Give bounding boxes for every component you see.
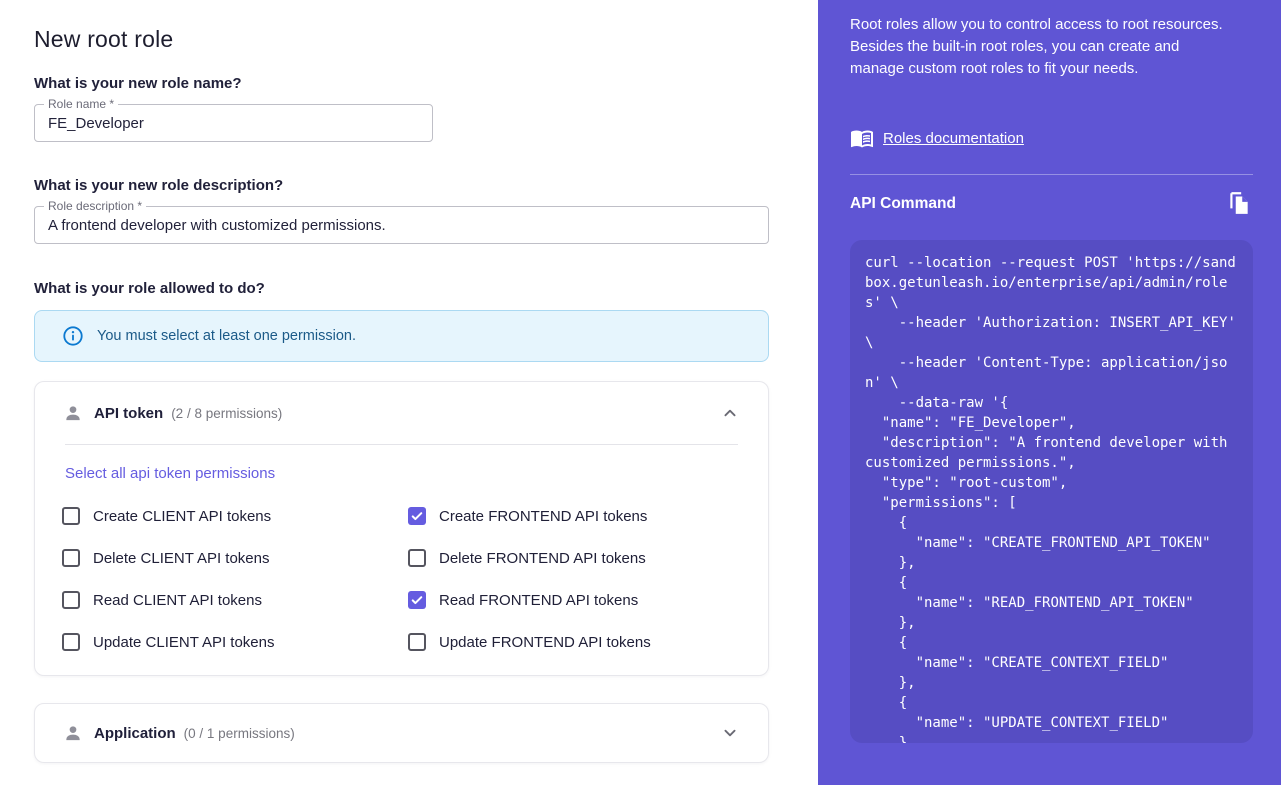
permission-label[interactable]: Delete FRONTEND API tokens [439,550,646,567]
permission-row[interactable]: Update CLIENT API tokens [62,633,408,651]
permission-label[interactable]: Delete CLIENT API tokens [93,550,269,567]
alert-text: You must select at least one permission. [97,328,356,344]
checkbox-unchecked[interactable] [62,633,80,651]
person-icon [63,723,83,743]
curl-command: curl --location --request POST 'https://… [865,253,1238,743]
permission-label[interactable]: Create FRONTEND API tokens [439,508,647,525]
checkbox-unchecked[interactable] [408,549,426,567]
role-description-field: Role description * [34,206,769,244]
accordion-permission-count: (0 / 1 permissions) [184,726,295,741]
permission-row[interactable]: Delete CLIENT API tokens [62,549,408,567]
select-all-api-token-permissions-link[interactable]: Select all api token permissions [65,465,275,482]
permission-label[interactable]: Read CLIENT API tokens [93,592,262,609]
permission-label[interactable]: Update FRONTEND API tokens [439,634,651,651]
permission-info-alert: You must select at least one permission. [34,310,769,362]
permission-grid: Create CLIENT API tokens Delete CLIENT AP… [62,495,738,663]
permission-row[interactable]: Read CLIENT API tokens [62,591,408,609]
checkbox-unchecked[interactable] [62,591,80,609]
info-sidebar: Root roles allow you to control access t… [818,0,1281,785]
accordion-api-token-header[interactable]: API token (2 / 8 permissions) [35,382,768,444]
permission-label[interactable]: Create CLIENT API tokens [93,508,271,525]
copy-icon [1226,190,1252,216]
accordion-title: Application [94,725,176,742]
permission-row[interactable]: Read FRONTEND API tokens [408,591,738,609]
checkbox-checked[interactable] [408,507,426,525]
permission-row[interactable]: Delete FRONTEND API tokens [408,549,738,567]
permission-label[interactable]: Read FRONTEND API tokens [439,592,638,609]
chevron-down-icon[interactable] [718,721,742,745]
sidebar-description: Root roles allow you to control access t… [850,14,1228,80]
sidebar-divider [850,174,1253,175]
accordion-application: Application (0 / 1 permissions) [34,703,769,763]
copy-button[interactable] [1225,190,1253,218]
page-title: New root role [34,26,173,53]
check-icon [410,509,424,523]
role-description-field-label: Role description * [44,199,146,213]
role-name-field: Role name * [34,104,433,142]
permission-row[interactable]: Create CLIENT API tokens [62,507,408,525]
menu-book-icon [850,126,874,150]
checkbox-unchecked[interactable] [62,507,80,525]
permission-row[interactable]: Create FRONTEND API tokens [408,507,738,525]
checkbox-checked[interactable] [408,591,426,609]
accordion-api-token: API token (2 / 8 permissions) Select all… [34,381,769,676]
check-icon [410,593,424,607]
person-icon [63,403,83,423]
api-command-title: API Command [850,195,956,213]
api-command-code-block[interactable]: curl --location --request POST 'https://… [850,240,1253,743]
accordion-divider [65,444,738,445]
accordion-title: API token [94,405,163,422]
new-root-role-page: New root role What is your new role name… [0,0,1281,785]
form-panel: New root role What is your new role name… [0,0,818,785]
checkbox-unchecked[interactable] [408,633,426,651]
role-permissions-question: What is your role allowed to do? [34,280,265,297]
roles-documentation-link[interactable]: Roles documentation [883,130,1024,147]
role-description-question: What is your new role description? [34,177,283,194]
api-command-row: API Command [850,190,1253,218]
role-name-field-label: Role name * [44,97,118,111]
checkbox-unchecked[interactable] [62,549,80,567]
accordion-permission-count: (2 / 8 permissions) [171,406,282,421]
docs-link-row: Roles documentation [850,126,1024,150]
permission-label[interactable]: Update CLIENT API tokens [93,634,275,651]
role-name-question: What is your new role name? [34,75,242,92]
accordion-application-header[interactable]: Application (0 / 1 permissions) [35,704,768,762]
chevron-up-icon[interactable] [718,401,742,425]
permission-row[interactable]: Update FRONTEND API tokens [408,633,738,651]
info-icon [62,325,84,347]
